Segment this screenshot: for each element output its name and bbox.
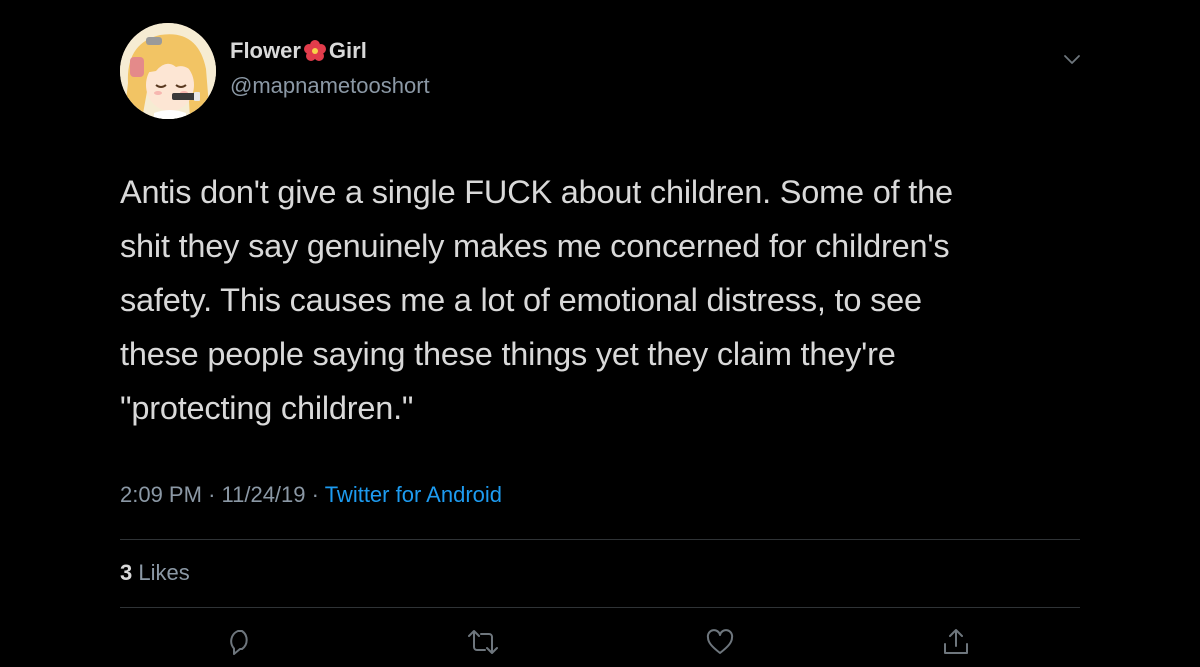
tweet-date[interactable]: 11/24/19 xyxy=(222,482,306,507)
tweet-time[interactable]: 2:09 PM xyxy=(120,482,202,507)
tweet-card: Flower Girl @mapnametooshort Antis don't… xyxy=(0,0,1200,667)
avatar[interactable] xyxy=(120,23,216,119)
divider xyxy=(120,607,1080,608)
tweet-source-link[interactable]: Twitter for Android xyxy=(325,482,502,507)
display-name-part1: Flower xyxy=(230,38,301,63)
likes-stat[interactable]: 3 Likes xyxy=(120,560,190,586)
retweet-icon xyxy=(468,630,498,654)
author-handle[interactable]: @mapnametooshort xyxy=(230,73,430,99)
hibiscus-icon xyxy=(303,39,327,63)
like-button[interactable] xyxy=(702,624,738,660)
avatar-image xyxy=(120,23,216,119)
tweet-text: Antis don't give a single FUCK about chi… xyxy=(120,174,953,426)
author-display-name[interactable]: Flower Girl xyxy=(230,38,367,64)
share-icon xyxy=(944,629,968,654)
meta-separator: · xyxy=(311,482,319,507)
likes-label: Likes xyxy=(138,560,190,585)
reply-icon xyxy=(230,630,248,655)
heart-icon xyxy=(706,629,734,654)
divider xyxy=(120,539,1080,540)
meta-separator: · xyxy=(208,482,216,507)
chevron-down-icon[interactable] xyxy=(1060,50,1084,70)
display-name-part2: Girl xyxy=(328,38,367,63)
tweet-meta: 2:09 PM · 11/24/19 · Twitter for Android xyxy=(120,482,502,508)
retweet-button[interactable] xyxy=(465,624,501,660)
reply-button[interactable] xyxy=(222,624,258,660)
share-button[interactable] xyxy=(938,624,974,660)
likes-count: 3 xyxy=(120,560,133,585)
